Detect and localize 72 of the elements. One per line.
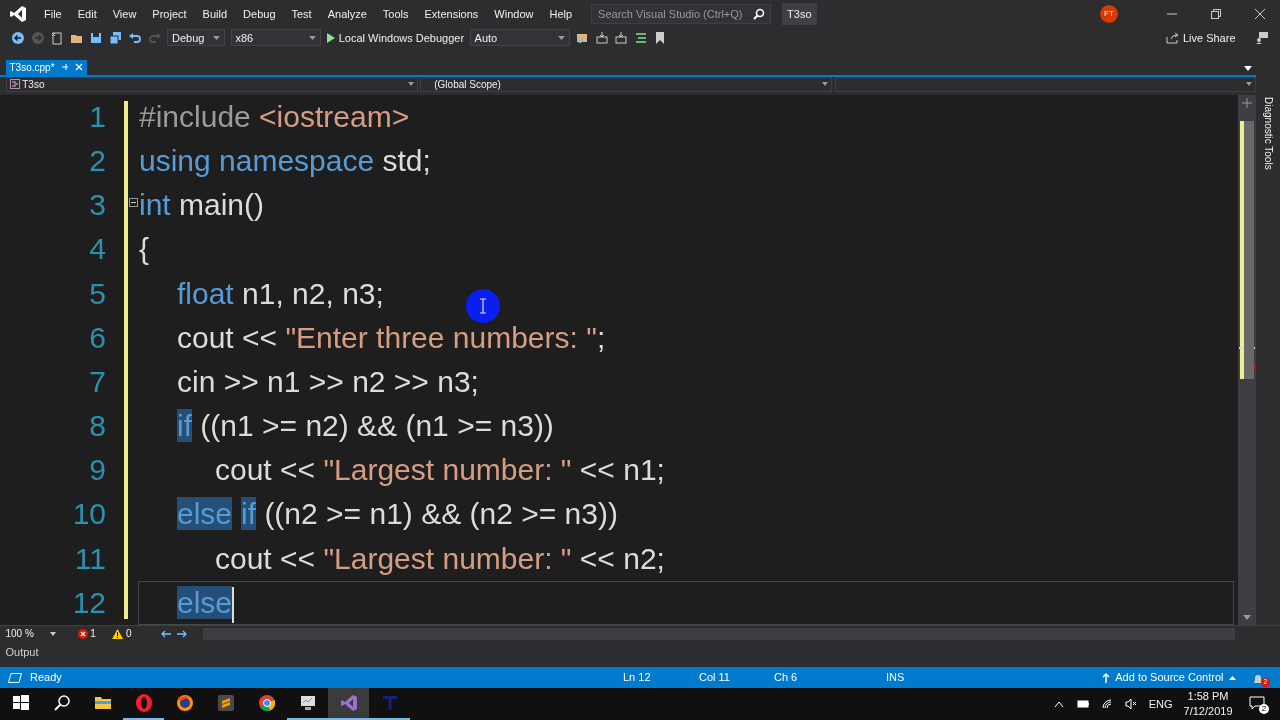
- code-text: << n2;: [578, 541, 665, 575]
- code-text: cout <<: [215, 453, 317, 487]
- code-text: n1, n2, n3;: [241, 276, 384, 310]
- start-debugging-button[interactable]: Local Windows Debugger: [326, 29, 465, 47]
- status-text: Ready: [30, 670, 63, 686]
- string-literal: <iostream>: [259, 99, 410, 133]
- language-indicator[interactable]: ENG: [1148, 695, 1173, 713]
- code-text: ((n1 >= n2) && (n1 >= n3)): [199, 409, 554, 443]
- menu-item[interactable]: Project: [144, 5, 195, 23]
- menu-item[interactable]: Tools: [374, 5, 417, 23]
- string-literal: "Largest number: ": [323, 453, 572, 487]
- code-text: cin >> n1 >> n2 >> n3;: [177, 364, 479, 398]
- line-number: 12: [71, 584, 107, 621]
- code-text: ((n2 >= n1) && (n2 >= n3)): [263, 497, 618, 531]
- char-indicator: Ch 6: [774, 670, 799, 686]
- menu-item[interactable]: Debug: [235, 5, 284, 23]
- highlighted-keyword: if: [177, 409, 192, 443]
- warning-count[interactable]: 0: [112, 626, 132, 642]
- action-center-button[interactable]: 2: [1249, 694, 1269, 714]
- configuration-dropdown[interactable]: Debug: [167, 29, 225, 47]
- highlighted-keyword: else: [177, 585, 233, 619]
- platform-dropdown[interactable]: x86: [230, 29, 321, 47]
- line-number-indicator: Ln 12: [623, 670, 652, 686]
- line-number: 8: [88, 408, 107, 445]
- code-text: cout <<: [215, 541, 317, 575]
- menu-item[interactable]: Window: [486, 5, 542, 23]
- menu-item[interactable]: Extensions: [416, 5, 487, 23]
- live-share-button[interactable]: Live Share: [1166, 29, 1236, 47]
- line-number: 3: [88, 187, 107, 224]
- account-avatar[interactable]: FT: [1100, 4, 1118, 23]
- highlighted-keyword: else: [177, 497, 233, 531]
- keyword: int: [139, 188, 171, 222]
- highlighted-keyword: if: [241, 497, 257, 531]
- error-count[interactable]: 1: [77, 626, 96, 642]
- clock-date[interactable]: 7/12/2019: [1183, 704, 1233, 719]
- line-number: 2: [88, 143, 107, 179]
- line-number: 6: [88, 319, 107, 356]
- clock-time[interactable]: 1:58 PM: [1187, 689, 1229, 704]
- line-number: 9: [88, 452, 107, 489]
- line-number: 4: [88, 231, 107, 268]
- menu-item[interactable]: Analyze: [319, 5, 375, 23]
- line-number: 7: [88, 363, 107, 400]
- column-indicator: Col 11: [699, 670, 731, 686]
- code-text: << n1;: [578, 453, 665, 487]
- line-number: 10: [71, 496, 107, 533]
- output-panel-title[interactable]: Output: [5, 645, 39, 658]
- search-field[interactable]: Search Visual Studio (Ctrl+Q): [591, 3, 772, 24]
- action-center-count: 2: [1259, 704, 1269, 714]
- insert-mode-indicator: INS: [886, 670, 905, 686]
- code-text: main(): [178, 188, 265, 222]
- solution-name: T3so: [781, 2, 818, 26]
- code-text: cout <<: [177, 320, 279, 354]
- line-number: 5: [88, 275, 107, 312]
- code-text: {: [139, 232, 150, 266]
- menu-item[interactable]: File: [36, 5, 70, 23]
- preprocessor-directive: #include: [139, 99, 252, 133]
- target-dropdown[interactable]: Auto: [469, 29, 570, 47]
- code-text: std;: [381, 144, 431, 177]
- menu-item[interactable]: Test: [283, 5, 320, 23]
- menu-item[interactable]: Build: [194, 5, 236, 23]
- line-number: 11: [73, 540, 107, 577]
- string-literal: "Enter three numbers: ": [285, 320, 597, 354]
- keyword: float: [177, 276, 234, 310]
- code-text: ;: [596, 320, 606, 354]
- keyword: using namespace: [139, 144, 375, 177]
- menu-item[interactable]: View: [104, 5, 145, 23]
- line-number: 1: [88, 98, 107, 135]
- menu-item[interactable]: Edit: [69, 5, 105, 23]
- string-literal: "Largest number: ": [323, 541, 572, 575]
- add-to-source-control-button[interactable]: Add to Source Control: [1101, 669, 1236, 686]
- document-tab[interactable]: T3so.cpp*: [5, 59, 87, 75]
- menu-item[interactable]: Help: [541, 5, 581, 23]
